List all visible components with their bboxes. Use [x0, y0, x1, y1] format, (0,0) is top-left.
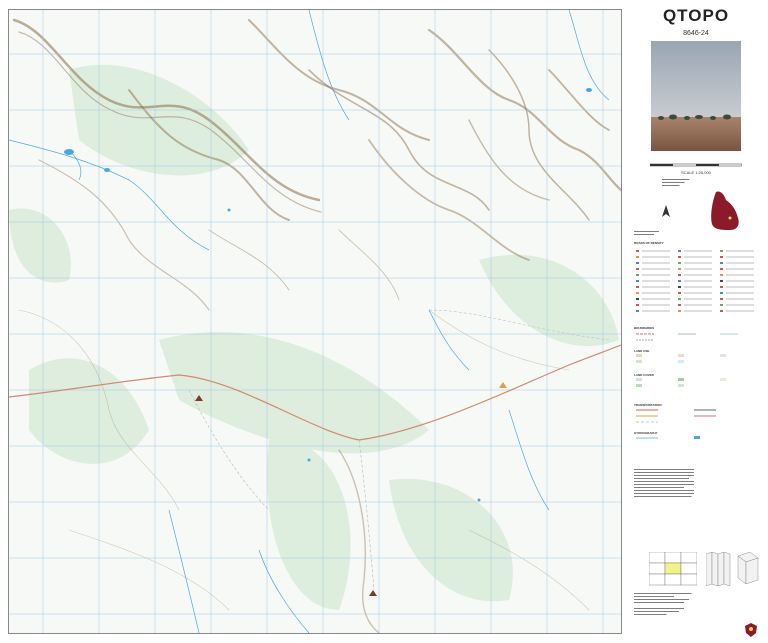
legend-section-heading: HYDROGRAPHY — [634, 431, 658, 435]
vegetation-layer — [9, 64, 619, 610]
copyright-text: ▬▬▬▬▬▬▬▬▬▬▬▬▬▬▬▬▬▬▬▬▬▬▬ ▬▬▬▬▬▬▬▬▬▬▬▬▬▬▬▬ ▬… — [634, 592, 692, 616]
fold-sequence-diagram — [737, 552, 759, 585]
map-canvas[interactable] — [9, 10, 621, 633]
scale-bar — [650, 163, 742, 167]
projection-note: ▬▬▬▬▬▬▬▬▬▬▬ ▬▬▬▬▬▬▬▬▬ ▬▬▬▬▬▬▬ — [662, 178, 690, 187]
legend-section-heading: LAND COVER — [634, 373, 654, 377]
north-arrow-icon — [662, 205, 670, 217]
legend-symbols — [636, 250, 754, 439]
landscape-photo — [651, 41, 741, 151]
map-frame[interactable] — [8, 9, 622, 634]
side-panel: QTOPO 8646-24 SCALE 1:25,000 ▬▬▬▬▬▬▬▬▬▬▬… — [624, 0, 768, 643]
legend-section-heading: TRANSPORTATION — [634, 403, 662, 407]
coat-of-arms-icon — [745, 623, 757, 637]
tank-icon — [369, 590, 377, 596]
legend-section-heading: BOUNDARIES — [634, 326, 655, 330]
disclaimer-text: ▬▬▬▬▬▬▬▬▬▬▬▬▬▬▬▬▬▬▬▬▬▬▬▬ ▬▬▬▬▬▬▬▬▬▬▬▬▬▬▬▬… — [634, 468, 694, 498]
fold-layout-diagram — [706, 552, 731, 586]
triangle-icon — [499, 382, 507, 388]
legend-section-heading: ROADS OF DENSITY — [634, 241, 664, 245]
adjoining-sheets-diagram — [649, 552, 697, 586]
legend-section-heading: LAND USE — [634, 349, 650, 353]
scale-label: SCALE 1:25,000 — [681, 170, 711, 175]
sheet-number: 8646-24 — [683, 30, 709, 37]
magnetic-note: ▬▬▬▬▬▬▬▬▬▬ ▬▬▬▬▬▬▬▬ — [634, 230, 659, 236]
map-title: QTOPO — [662, 6, 730, 25]
location-map — [711, 191, 739, 230]
topographic-map-sheet: · · · · QTOPO 8646-24 SCALE 1:25,000 ▬▬▬… — [0, 0, 768, 643]
